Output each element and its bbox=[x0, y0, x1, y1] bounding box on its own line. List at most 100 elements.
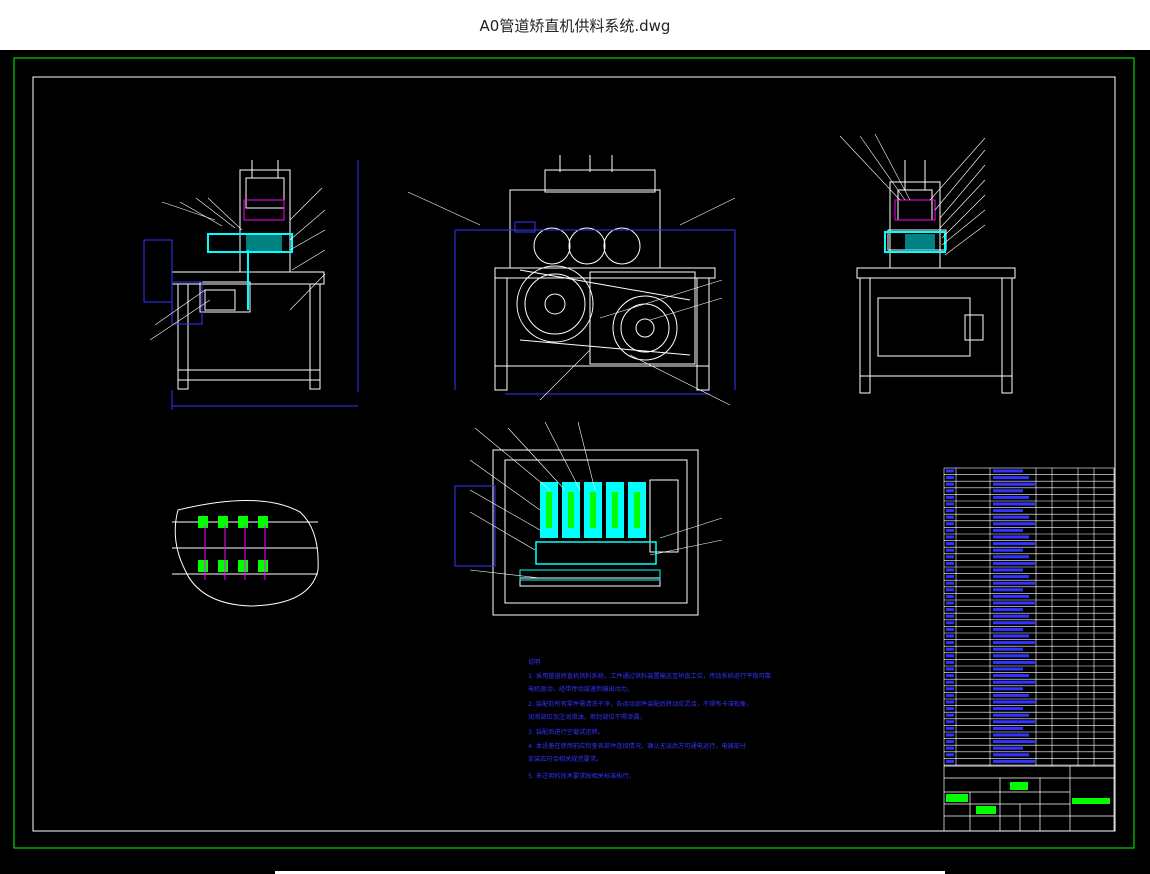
notes-line: 1. 采用管道矫直机供料系统，工件通过供料装置输送至矫直工位，传动系统运行平稳可… bbox=[528, 672, 771, 680]
table-cell-text bbox=[946, 555, 954, 559]
table-cell-text bbox=[993, 495, 1029, 499]
table-cell-text bbox=[946, 561, 954, 565]
table-cell-text bbox=[993, 482, 1035, 486]
table-cell-text bbox=[993, 588, 1023, 592]
table-cell-text bbox=[946, 489, 954, 493]
table-cell-text bbox=[946, 674, 954, 678]
table-cell-text bbox=[946, 700, 954, 704]
table-cell-text bbox=[993, 489, 1023, 493]
table-cell-text bbox=[946, 522, 954, 526]
table-cell-text bbox=[993, 726, 1023, 730]
table-cell-text bbox=[993, 476, 1029, 480]
right-side-view bbox=[856, 160, 1016, 394]
table-cell-text bbox=[993, 575, 1029, 579]
table-cell-text bbox=[993, 509, 1023, 513]
table-cell-text bbox=[946, 548, 954, 552]
table-cell-text bbox=[993, 693, 1029, 697]
table-cell-text bbox=[946, 515, 954, 519]
title-block bbox=[943, 765, 1115, 832]
right-view-highlights bbox=[884, 199, 946, 253]
table-cell-text bbox=[946, 641, 954, 645]
table-cell-text bbox=[993, 542, 1035, 546]
table-cell-text bbox=[946, 680, 954, 684]
window-title: A0管道矫直机供料系统.dwg bbox=[479, 16, 671, 35]
table-cell-text bbox=[946, 588, 954, 592]
table-cell-text bbox=[993, 746, 1023, 750]
table-cell-text bbox=[993, 667, 1023, 671]
table-cell-text bbox=[993, 581, 1035, 585]
table-cell-text bbox=[946, 575, 954, 579]
table-cell-text bbox=[946, 581, 954, 585]
table-cell-text bbox=[993, 680, 1035, 684]
table-cell-text bbox=[946, 733, 954, 737]
table-cell-text bbox=[946, 667, 954, 671]
table-cell-text bbox=[946, 740, 954, 744]
table-cell-text bbox=[946, 608, 954, 612]
table-cell-text bbox=[993, 674, 1029, 678]
table-cell-text bbox=[993, 561, 1035, 565]
table-cell-text bbox=[946, 720, 954, 724]
notes-line: 安装应符合相关规范要求。 bbox=[528, 755, 602, 763]
front-view bbox=[494, 155, 716, 391]
table-cell-text bbox=[993, 528, 1023, 532]
table-cell-text bbox=[946, 509, 954, 513]
table-cell-text bbox=[993, 502, 1035, 506]
table-cell-text bbox=[993, 568, 1023, 572]
table-cell-text bbox=[993, 621, 1035, 625]
cad-drawing-canvas[interactable]: 说明 1. 采用管道矫直机供料系统，工件通过供料装置输送至矫直工位，传动系统运行… bbox=[0, 50, 1150, 874]
table-cell-text bbox=[993, 594, 1029, 598]
table-cell-text bbox=[946, 746, 954, 750]
table-cell-text bbox=[946, 687, 954, 691]
table-cell-text bbox=[946, 627, 954, 631]
table-cell-text bbox=[946, 726, 954, 730]
notes-line: 4. 本设备在使用前应检查各部件连接情况，确认无误后方可通电运行，电器部分 bbox=[528, 742, 746, 750]
table-cell-text bbox=[946, 713, 954, 717]
table-cell-text bbox=[946, 476, 954, 480]
table-cell-text bbox=[993, 515, 1029, 519]
table-cell-text bbox=[993, 713, 1029, 717]
table-cell-text bbox=[993, 614, 1029, 618]
table-cell-text bbox=[993, 753, 1029, 757]
notes-line: 电机驱动，经带传动减速后输出动力。 bbox=[528, 685, 633, 693]
table-cell-text bbox=[946, 469, 954, 473]
table-cell-text bbox=[946, 693, 954, 697]
table-cell-text bbox=[946, 502, 954, 506]
left-view-highlights bbox=[143, 160, 359, 410]
table-cell-text bbox=[993, 555, 1029, 559]
table-cell-text bbox=[946, 654, 954, 658]
table-cell-text bbox=[993, 608, 1023, 612]
table-cell-text bbox=[946, 568, 954, 572]
notes-line: 3. 装配后进行空载试运转。 bbox=[528, 728, 604, 736]
table-cell-text bbox=[993, 535, 1029, 539]
left-leader-lines bbox=[149, 187, 326, 341]
table-cell-text bbox=[993, 522, 1035, 526]
table-cell-text bbox=[946, 482, 954, 486]
notes-heading: 说明 bbox=[528, 658, 540, 666]
table-cell-text bbox=[946, 614, 954, 618]
table-cell-text bbox=[946, 528, 954, 532]
table-cell-text bbox=[993, 647, 1023, 651]
technical-notes: 说明 1. 采用管道矫直机供料系统，工件通过供料装置输送至矫直工位，传动系统运行… bbox=[528, 658, 771, 780]
table-cell-text bbox=[993, 641, 1035, 645]
table-cell-text bbox=[946, 535, 954, 539]
table-cell-text bbox=[946, 601, 954, 605]
notes-line: 润滑部位加注润滑油，密封部位不得渗漏。 bbox=[528, 713, 646, 721]
front-leader-lines bbox=[407, 191, 736, 406]
table-cell-text bbox=[993, 601, 1035, 605]
table-cell-text bbox=[946, 647, 954, 651]
table-cell-text bbox=[946, 753, 954, 757]
table-cell-text bbox=[946, 621, 954, 625]
table-cell-text bbox=[946, 594, 954, 598]
table-cell-text bbox=[993, 634, 1029, 638]
table-cell-text bbox=[993, 700, 1035, 704]
notes-line: 2. 装配前所有零件需清洗干净，各运动部件装配后转动应灵活，不得有卡滞现象， bbox=[528, 700, 752, 708]
table-cell-text bbox=[993, 654, 1029, 658]
front-view-dims bbox=[454, 221, 736, 395]
table-cell-text bbox=[946, 495, 954, 499]
table-cell-text bbox=[946, 759, 954, 763]
table-cell-text bbox=[946, 542, 954, 546]
table-cell-text bbox=[946, 634, 954, 638]
table-cell-text bbox=[993, 740, 1035, 744]
table-cell-text bbox=[993, 759, 1035, 763]
table-cell-text bbox=[993, 469, 1023, 473]
